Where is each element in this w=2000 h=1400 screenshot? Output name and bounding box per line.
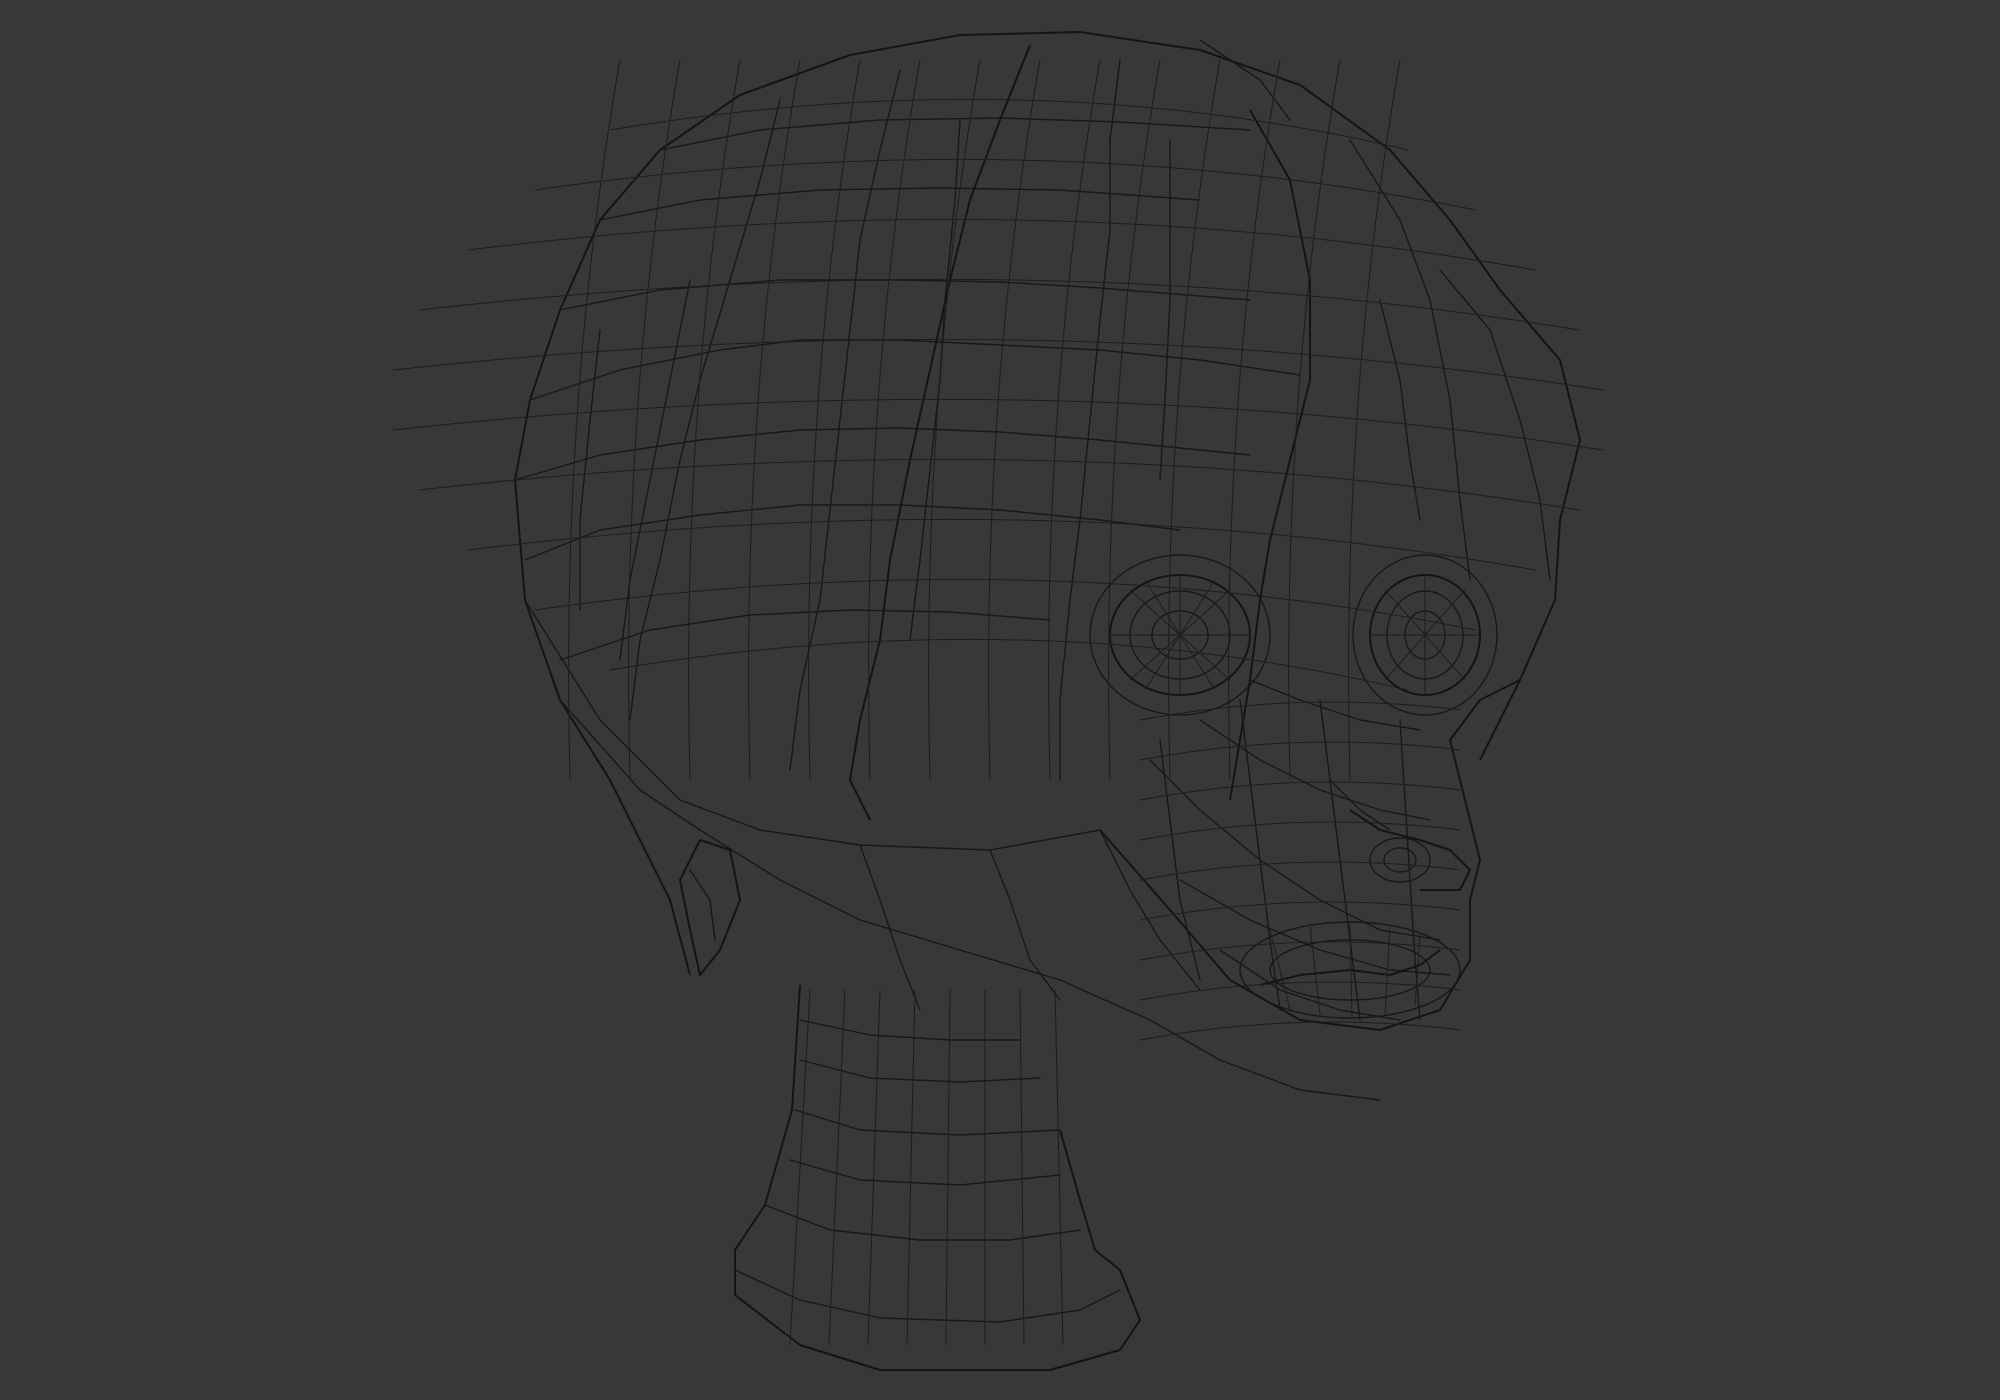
mesh-edge	[1054, 989, 1064, 1346]
right-eye-mesh	[1352, 554, 1498, 716]
face-mesh	[699, 679, 1521, 1101]
mesh-detail-lines	[393, 59, 1604, 1346]
mesh-edge	[1139, 1021, 1461, 1041]
mesh-edge	[1019, 989, 1025, 1346]
mesh-edge	[867, 989, 881, 1346]
mesh-edge	[1139, 741, 1461, 761]
mesh-edge	[945, 989, 951, 1346]
mesh-edge	[1139, 701, 1461, 721]
mesh-edge	[928, 59, 981, 781]
mesh-edge	[988, 59, 1041, 781]
3d-viewport[interactable]	[0, 0, 2000, 1400]
left-eye-mesh	[1089, 554, 1271, 716]
mesh-edge	[1048, 59, 1101, 781]
mesh-edge	[906, 989, 916, 1346]
mesh-edge	[1139, 861, 1461, 881]
mesh-edge	[419, 458, 1580, 511]
mesh-edge	[1288, 59, 1341, 781]
mesh-edge	[534, 578, 1476, 631]
mesh-edge	[534, 158, 1476, 211]
nose-mesh	[1329, 779, 1471, 891]
mesh-edge	[419, 278, 1580, 331]
mesh-edge	[789, 989, 811, 1346]
neck-mesh	[734, 984, 1141, 1371]
mesh-edge	[393, 338, 1604, 391]
ear-mesh	[679, 839, 741, 976]
mesh-edge	[568, 59, 621, 781]
mesh-edge	[828, 989, 846, 1346]
mesh-edge	[808, 59, 861, 781]
mesh-edge	[748, 59, 801, 781]
head-wireframe-mesh	[393, 31, 1604, 1371]
mouth-mesh	[1239, 921, 1461, 1019]
mesh-edge	[468, 518, 1536, 571]
